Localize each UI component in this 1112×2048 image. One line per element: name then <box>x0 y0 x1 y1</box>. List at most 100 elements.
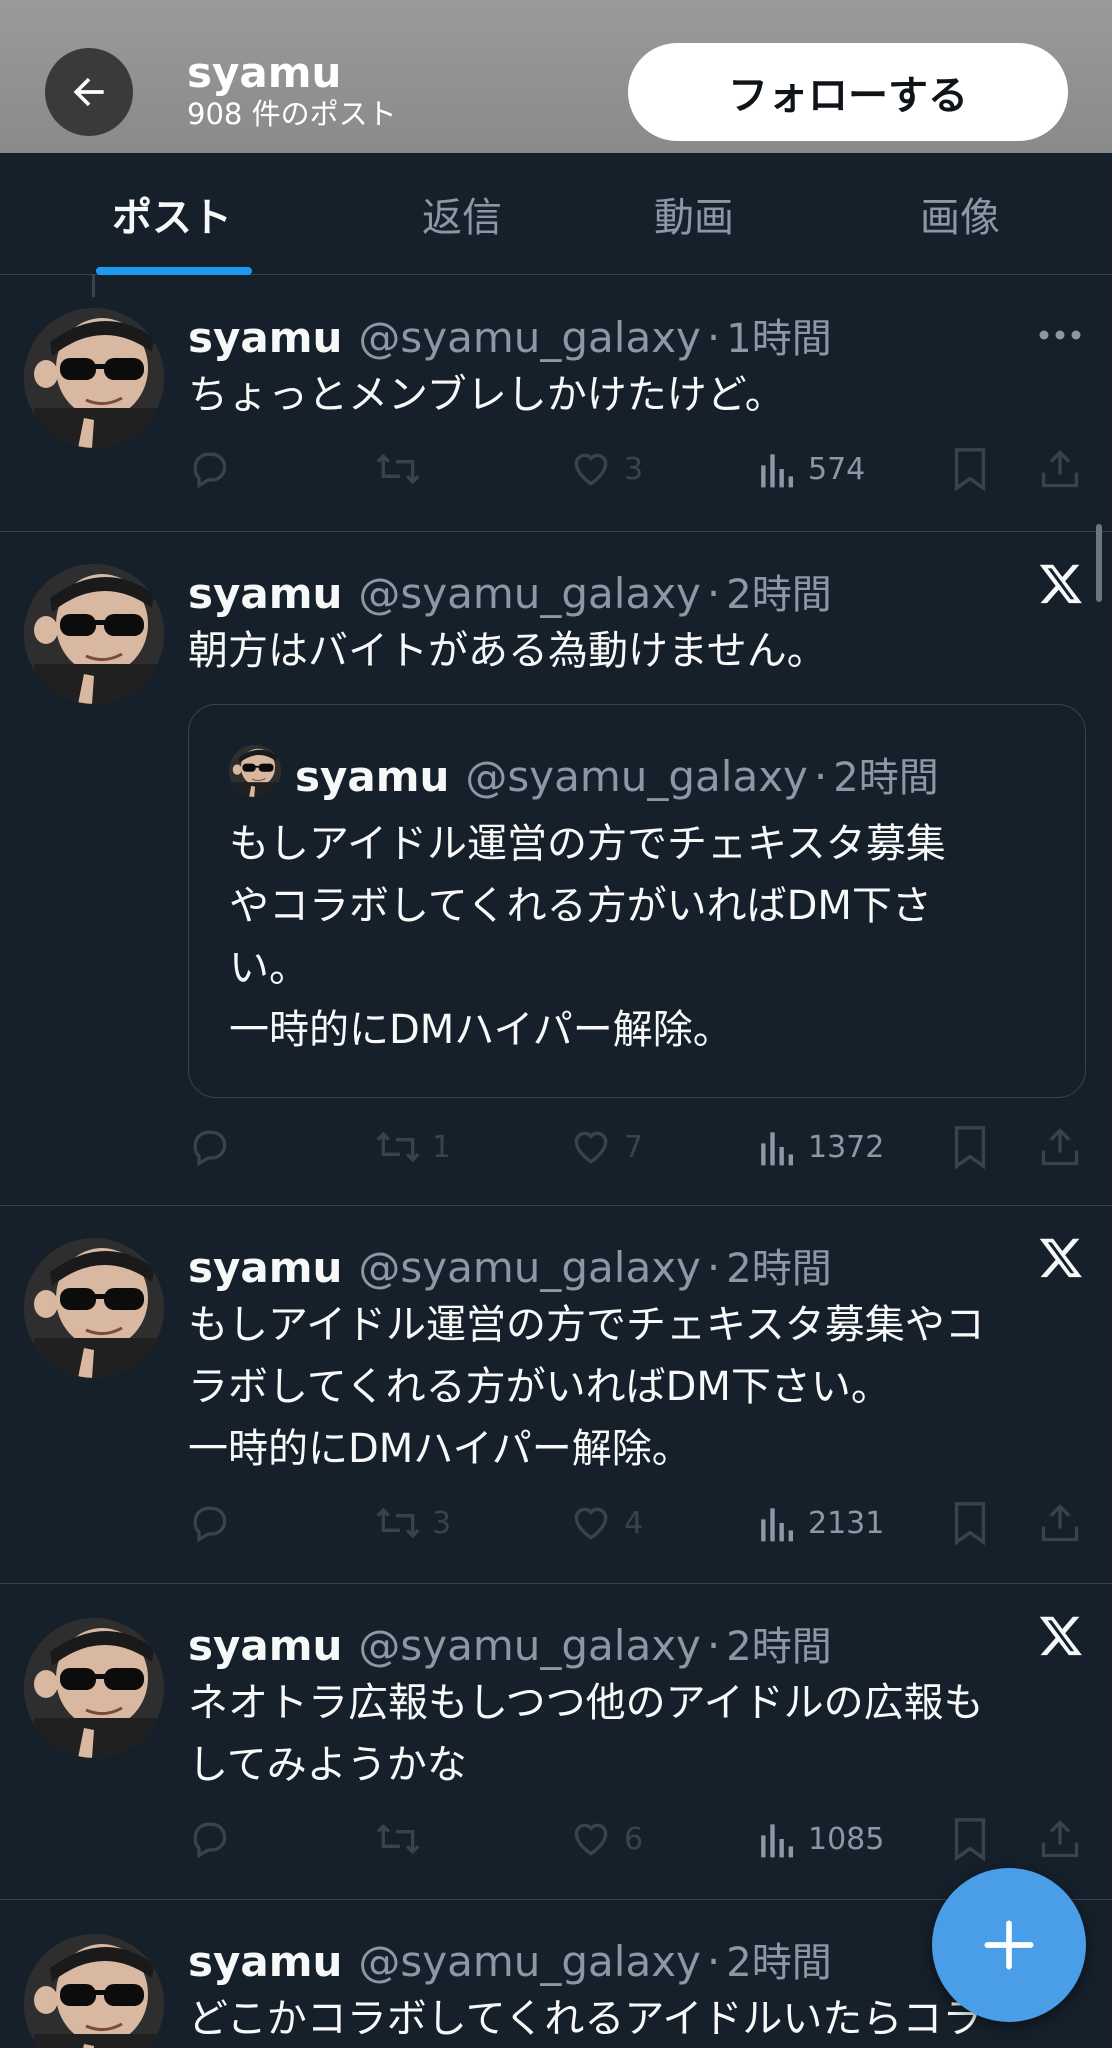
share-icon <box>1041 1820 1079 1858</box>
avatar[interactable] <box>24 1618 164 1758</box>
scrollbar[interactable] <box>1096 524 1102 602</box>
view-count: 1372 <box>808 1129 885 1165</box>
author-handle[interactable]: @syamu_galaxy <box>358 1937 701 1986</box>
reply-icon <box>193 1130 227 1167</box>
tab-posts[interactable]: ポスト <box>72 153 272 275</box>
repost-button[interactable]: 1 <box>374 1122 451 1172</box>
view-count: 574 <box>808 451 866 487</box>
post-header: syamu @syamu_galaxy · 2時間 <box>188 1614 832 1670</box>
post-time[interactable]: 2時間 <box>726 562 831 620</box>
compose-button[interactable] <box>932 1868 1086 2022</box>
avatar[interactable] <box>24 1238 164 1378</box>
header-profile-name: syamu <box>187 48 342 97</box>
quoted-post-time: 2時間 <box>833 755 939 801</box>
post-3[interactable]: syamu @syamu_galaxy · 2時間 もしアイドル運営の方でチェキ… <box>0 1206 1112 1584</box>
bookmark-button[interactable] <box>950 1814 990 1864</box>
like-button[interactable]: 4 <box>568 1498 643 1548</box>
post-actions: 1 7 1372 <box>188 1122 1088 1172</box>
quoted-post[interactable]: syamu @syamu_galaxy · 2時間 もしアイドル運営の方でチェキ… <box>188 704 1086 1098</box>
separator-dot: · <box>706 1243 721 1292</box>
bookmark-button[interactable] <box>950 444 990 494</box>
reply-button[interactable] <box>188 1814 242 1864</box>
repost-icon <box>376 1131 420 1163</box>
more-icon[interactable] <box>1038 328 1082 342</box>
post-actions: 6 1085 <box>188 1814 1088 1864</box>
views-icon <box>761 1508 794 1542</box>
repost-button[interactable] <box>374 1814 432 1864</box>
author-name[interactable]: syamu <box>188 1937 342 1986</box>
post-header: syamu @syamu_galaxy · 2時間 <box>188 1236 832 1292</box>
author-name[interactable]: syamu <box>188 313 342 362</box>
reply-button[interactable] <box>188 444 242 494</box>
post-text: ちょっとメンブレしかけたけど。 <box>188 372 785 418</box>
like-icon <box>574 1507 608 1540</box>
post-time[interactable]: 2時間 <box>726 1614 831 1672</box>
author-name[interactable]: syamu <box>188 569 342 618</box>
quoted-author-name: syamu <box>295 752 450 801</box>
post-1[interactable]: syamu @syamu_galaxy · 1時間 ちょっとメンブレしかけたけど… <box>0 276 1112 532</box>
like-button[interactable]: 6 <box>568 1814 643 1864</box>
share-icon <box>1041 1504 1079 1542</box>
x-logo-icon <box>1039 1616 1082 1656</box>
views-icon <box>761 1132 794 1166</box>
back-button[interactable] <box>45 48 133 136</box>
tab-videos[interactable]: 動画 <box>594 153 794 275</box>
author-handle[interactable]: @syamu_galaxy <box>358 1243 701 1292</box>
post-time[interactable]: 2時間 <box>726 1930 831 1988</box>
profile-tabs: ポスト 返信 動画 画像 <box>0 153 1112 275</box>
post-actions: 3 574 <box>188 444 1088 494</box>
views-button[interactable]: 574 <box>758 444 865 494</box>
bookmark-button[interactable] <box>950 1498 990 1548</box>
views-button[interactable]: 2131 <box>758 1498 884 1548</box>
author-handle[interactable]: @syamu_galaxy <box>358 569 701 618</box>
tab-replies[interactable]: 返信 <box>362 153 562 275</box>
post-header: syamu @syamu_galaxy · 1時間 <box>188 306 832 362</box>
avatar[interactable] <box>24 1934 164 2048</box>
post-4[interactable]: syamu @syamu_galaxy · 2時間 ネオトラ広報もしつつ他のアイ… <box>0 1584 1112 1900</box>
post-time[interactable]: 2時間 <box>726 1236 831 1294</box>
avatar[interactable] <box>24 308 164 448</box>
separator-dot: · <box>813 752 828 801</box>
like-button[interactable]: 7 <box>568 1122 643 1172</box>
avatar[interactable] <box>24 564 164 704</box>
author-name[interactable]: syamu <box>188 1243 342 1292</box>
follow-button[interactable]: フォローする <box>628 43 1068 141</box>
bookmark-button[interactable] <box>950 1122 990 1172</box>
reply-icon <box>193 452 227 489</box>
active-tab-indicator <box>96 267 252 275</box>
post-time[interactable]: 1時間 <box>726 306 831 364</box>
like-icon <box>574 1131 608 1164</box>
repost-icon <box>376 1507 420 1539</box>
share-button[interactable] <box>1038 1814 1082 1864</box>
repost-button[interactable] <box>374 444 432 494</box>
quoted-header: syamu @syamu_galaxy · 2時間 <box>295 745 939 803</box>
share-button[interactable] <box>1038 1498 1082 1548</box>
repost-button[interactable]: 3 <box>374 1498 451 1548</box>
header-post-count: 908 件のポスト <box>187 97 397 131</box>
repost-icon <box>376 1823 420 1855</box>
post-2[interactable]: syamu @syamu_galaxy · 2時間 朝方はバイトがある為動けませ… <box>0 532 1112 1206</box>
post-text: もしアイドル運営の方でチェキスタ募集やコ ラボしてくれる方がいればDM下さい。 … <box>188 1302 985 1472</box>
like-count: 6 <box>624 1821 644 1857</box>
share-button[interactable] <box>1038 444 1082 494</box>
back-arrow-icon <box>73 77 104 107</box>
views-icon <box>761 1824 794 1858</box>
views-button[interactable]: 1085 <box>758 1814 884 1864</box>
author-name[interactable]: syamu <box>188 1621 342 1670</box>
views-button[interactable]: 1372 <box>758 1122 884 1172</box>
bookmark-icon <box>954 448 986 492</box>
author-handle[interactable]: @syamu_galaxy <box>358 1621 701 1670</box>
reply-button[interactable] <box>188 1498 242 1548</box>
like-count: 4 <box>624 1505 644 1541</box>
author-handle[interactable]: @syamu_galaxy <box>358 313 701 362</box>
repost-icon <box>376 453 420 485</box>
like-button[interactable]: 3 <box>568 444 643 494</box>
post-actions: 3 4 2131 <box>188 1498 1088 1548</box>
view-count: 1085 <box>808 1821 885 1857</box>
separator-dot: · <box>706 1937 721 1986</box>
separator-dot: · <box>706 569 721 618</box>
tab-images[interactable]: 画像 <box>860 153 1060 275</box>
share-button[interactable] <box>1038 1122 1082 1172</box>
reply-button[interactable] <box>188 1122 242 1172</box>
x-logo-icon <box>1039 564 1082 604</box>
